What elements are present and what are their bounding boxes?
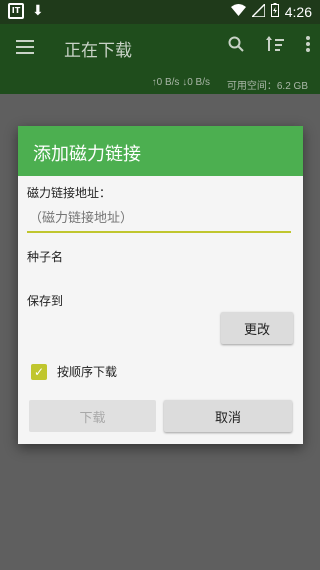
speed-bar: ↑0 B/s ↓0 B/s 可用空间：6.2 GB	[0, 72, 320, 94]
search-icon[interactable]	[228, 36, 244, 57]
sequential-download-option[interactable]: ✓ 按顺序下载	[31, 363, 117, 380]
battery-icon	[270, 3, 279, 21]
dialog-title: 添加磁力链接	[18, 126, 303, 176]
status-bar: IT ⬇ 4:26	[0, 0, 320, 24]
add-magnet-dialog: 添加磁力链接 磁力链接地址： 种子名 保存到 更改 ✓ 按顺序下载 下载 取消	[18, 126, 303, 444]
download-button[interactable]: 下载	[29, 400, 156, 432]
wifi-icon	[230, 4, 246, 20]
sequential-download-label[interactable]: 按顺序下载	[57, 363, 117, 380]
more-vert-icon[interactable]	[306, 36, 310, 57]
transfer-speeds: ↑0 B/s ↓0 B/s	[151, 77, 210, 88]
cancel-button[interactable]: 取消	[164, 400, 292, 432]
magnet-uri-label: 磁力链接地址：	[27, 186, 112, 200]
app-toolbar: 正在下载	[0, 24, 320, 72]
checkbox-checked-icon[interactable]: ✓	[31, 363, 47, 380]
save-location-label: 保存到	[27, 294, 64, 308]
sort-icon[interactable]	[266, 36, 284, 57]
torrent-name-label: 种子名	[27, 250, 64, 264]
clock: 4:26	[284, 4, 312, 20]
free-space: 可用空间：6.2 GB	[226, 81, 308, 92]
signal-icon	[249, 1, 266, 21]
download-icon: ⬇	[32, 3, 44, 19]
app-notification-icon: IT	[8, 3, 24, 19]
magnet-uri-input[interactable]	[27, 205, 291, 233]
change-location-button[interactable]: 更改	[221, 312, 293, 344]
menu-icon[interactable]	[16, 40, 34, 54]
page-title: 正在下载	[64, 41, 132, 61]
